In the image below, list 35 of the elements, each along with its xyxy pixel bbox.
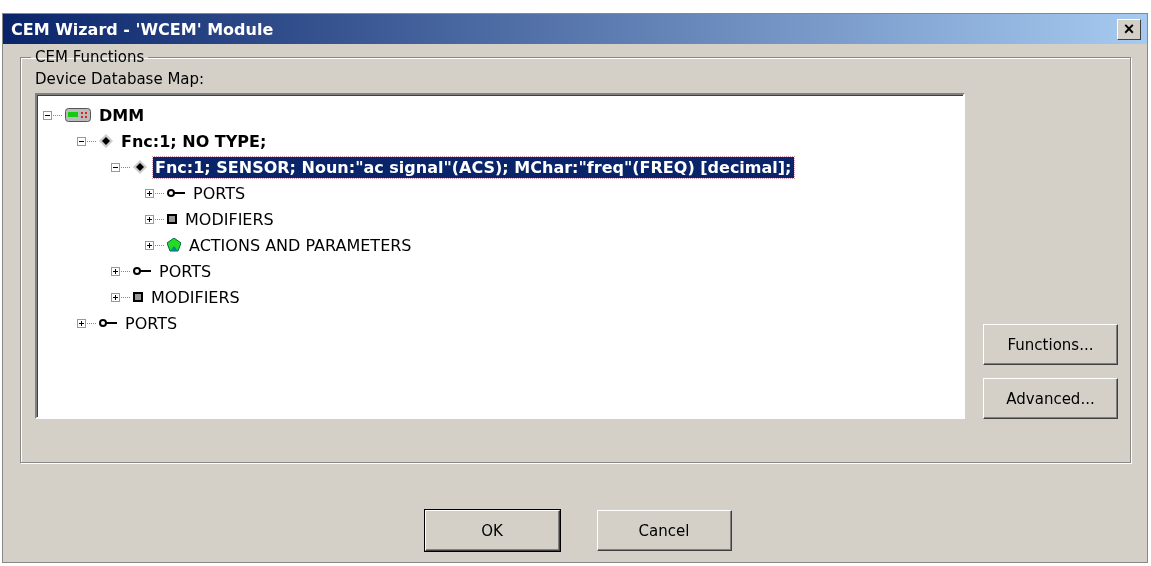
tree-item[interactable]: Fnc:1; SENSOR; Noun:"ac signal"(ACS); MChar:"freq"(FREQ) [decimal]; — [153, 156, 794, 178]
expand-toggle[interactable] — [145, 214, 154, 224]
side-button[interactable]: Functions... — [983, 324, 1118, 365]
window-title: CEM Wizard - 'WCEM' Module — [11, 19, 274, 39]
tree-item[interactable]: ACTIONS AND PARAMETERS — [187, 234, 414, 256]
port-icon — [133, 267, 151, 275]
expand-toggle[interactable] — [111, 266, 120, 276]
tree-item[interactable]: MODIFIERS — [149, 286, 242, 308]
dialog-button[interactable]: Cancel — [596, 510, 732, 551]
group-title: CEM Functions — [34, 48, 146, 66]
expand-toggle[interactable] — [111, 292, 120, 302]
diamond-icon — [99, 134, 113, 148]
port-icon — [167, 189, 185, 197]
tree-item[interactable]: PORTS — [123, 312, 180, 334]
tree-item[interactable]: PORTS — [191, 182, 248, 204]
collapse-toggle[interactable] — [111, 162, 120, 172]
tree-item[interactable]: DMM — [97, 104, 147, 126]
port-icon — [99, 319, 117, 327]
close-button[interactable]: × — [1117, 18, 1141, 40]
expand-toggle[interactable] — [145, 240, 154, 250]
collapse-toggle[interactable] — [77, 136, 86, 146]
dialog-button[interactable]: OK — [424, 510, 560, 551]
collapse-toggle[interactable] — [43, 110, 52, 120]
expand-toggle[interactable] — [77, 318, 86, 328]
tree-view[interactable]: DMM Fnc:1; NO TYPE; Fnc:1; SENSOR; Noun:"ac signal"(ACS); MChar:"freq"(FREQ) [decimal]; PORTS MODIFIERS ACTIONS AND PARAMETERS PORTS MODIFIERS PORTS — [35, 93, 965, 419]
tree-item[interactable]: PORTS — [157, 260, 214, 282]
tree-item[interactable]: MODIFIERS — [183, 208, 276, 230]
diamond-icon — [133, 160, 147, 174]
square-icon — [167, 214, 177, 224]
device-icon — [65, 108, 91, 122]
expand-toggle[interactable] — [145, 188, 154, 198]
tree-item[interactable]: Fnc:1; NO TYPE; — [119, 130, 269, 152]
square-icon — [133, 292, 143, 302]
side-button[interactable]: Advanced... — [983, 378, 1118, 419]
tree-label: Device Database Map: — [35, 70, 206, 88]
